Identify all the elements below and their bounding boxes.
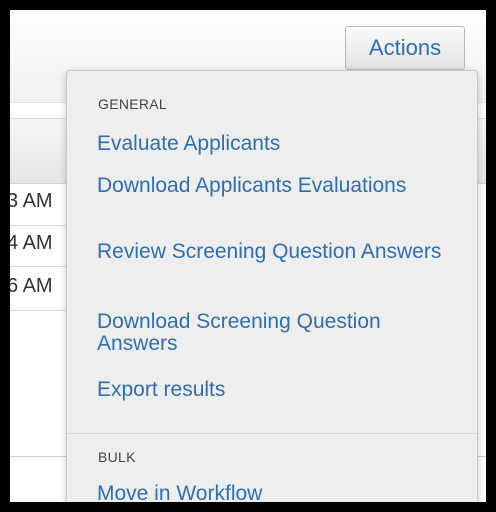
row-divider xyxy=(10,225,70,226)
menu-item-move-in-workflow[interactable]: Move in Workflow xyxy=(97,483,457,503)
menu-item-export-results[interactable]: Export results xyxy=(97,379,457,401)
row-time: 4 AM xyxy=(10,232,53,254)
row-divider xyxy=(10,266,70,267)
menu-section-bulk: BULK xyxy=(98,449,136,465)
app-frame: Actions ) 3 AM 4 AM 6 AM GENERAL Evaluat… xyxy=(10,10,486,502)
actions-button[interactable]: Actions xyxy=(345,26,465,70)
menu-item-download-screening-question-answers[interactable]: Download Screening Question Answers xyxy=(97,311,457,355)
menu-section-general: GENERAL xyxy=(98,96,168,112)
menu-divider xyxy=(67,433,477,434)
actions-dropdown-menu: GENERAL Evaluate Applicants Download App… xyxy=(66,70,478,502)
menu-item-evaluate-applicants[interactable]: Evaluate Applicants xyxy=(97,133,457,155)
row-time: 6 AM xyxy=(10,275,53,297)
menu-item-download-applicants-evaluations[interactable]: Download Applicants Evaluations xyxy=(97,175,457,197)
row-time: 3 AM xyxy=(10,190,53,212)
menu-item-review-screening-question-answers[interactable]: Review Screening Question Answers xyxy=(97,241,457,263)
row-divider xyxy=(10,310,70,311)
